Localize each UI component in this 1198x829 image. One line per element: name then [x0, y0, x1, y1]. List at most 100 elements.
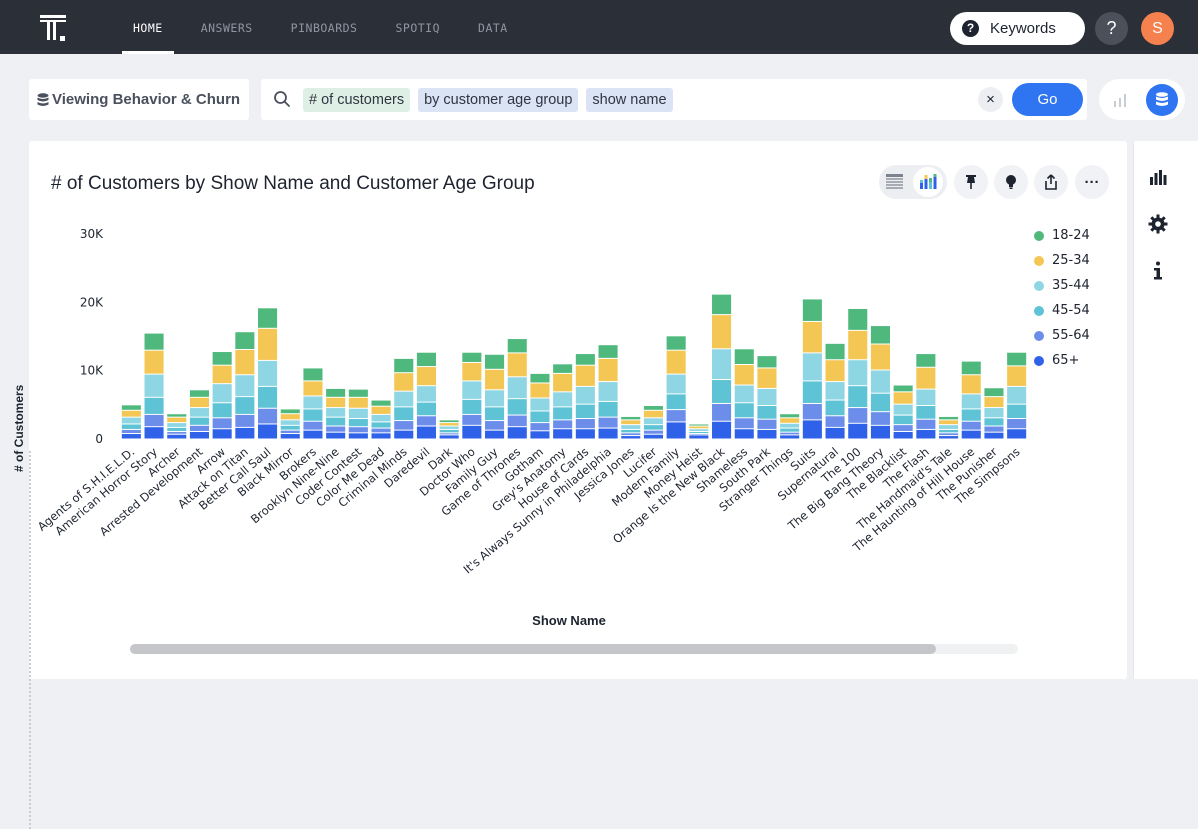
bar-segment[interactable]	[144, 333, 164, 350]
bar-segment[interactable]	[939, 436, 959, 439]
bar-segment[interactable]	[394, 391, 414, 407]
bar-segment[interactable]	[802, 299, 822, 321]
bar-segment[interactable]	[689, 435, 709, 439]
bar-segment[interactable]	[348, 408, 368, 418]
bar-segment[interactable]	[984, 388, 1004, 397]
bar-segment[interactable]	[280, 430, 300, 434]
user-avatar[interactable]: S	[1141, 12, 1174, 45]
bar-segment[interactable]	[734, 365, 754, 385]
bar-segment[interactable]	[189, 431, 209, 439]
bar-segment[interactable]	[235, 414, 255, 427]
bar-segment[interactable]	[348, 433, 368, 439]
bar-segment[interactable]	[757, 356, 777, 368]
bar-segment[interactable]	[848, 308, 868, 330]
bar-segment[interactable]	[1007, 386, 1027, 404]
bar-segment[interactable]	[394, 407, 414, 421]
bar-segment[interactable]	[348, 389, 368, 397]
bar-segment[interactable]	[1007, 366, 1027, 386]
chart-scrollbar-thumb[interactable]	[130, 644, 936, 654]
bar-segment[interactable]	[689, 426, 709, 429]
bar-segment[interactable]	[734, 349, 754, 365]
settings-button[interactable]	[1145, 211, 1171, 237]
bar-segment[interactable]	[462, 381, 482, 399]
bar-segment[interactable]	[485, 390, 505, 407]
search-token-show-name[interactable]: show name	[586, 88, 673, 112]
legend-item[interactable]: 25-34	[1034, 248, 1090, 273]
bar-segment[interactable]	[621, 433, 641, 436]
bar-segment[interactable]	[621, 416, 641, 420]
bar-segment[interactable]	[416, 352, 436, 367]
bar-segment[interactable]	[961, 430, 981, 439]
bar-segment[interactable]	[780, 414, 800, 418]
bar-segment[interactable]	[189, 417, 209, 425]
bar-segment[interactable]	[416, 416, 436, 426]
bar-segment[interactable]	[303, 430, 323, 439]
bar-segment[interactable]	[961, 375, 981, 394]
bar-segment[interactable]	[507, 415, 527, 427]
bar-segment[interactable]	[643, 434, 663, 439]
bar-segment[interactable]	[121, 434, 141, 439]
bar-segment[interactable]	[757, 368, 777, 388]
bar-segment[interactable]	[121, 405, 141, 410]
bar-segment[interactable]	[530, 411, 550, 423]
bar-segment[interactable]	[802, 381, 822, 403]
bar-segment[interactable]	[485, 369, 505, 390]
bar-segment[interactable]	[643, 418, 663, 425]
bar-segment[interactable]	[575, 365, 595, 386]
bar-segment[interactable]	[553, 420, 573, 429]
bar-segment[interactable]	[712, 315, 732, 349]
bar-segment[interactable]	[1007, 429, 1027, 439]
bar-chart-icon[interactable]	[1111, 91, 1129, 109]
bar-segment[interactable]	[121, 424, 141, 429]
bar-segment[interactable]	[734, 385, 754, 403]
bar-segment[interactable]	[961, 394, 981, 409]
bar-segment[interactable]	[439, 426, 459, 429]
search-token-measure[interactable]: # of customers	[303, 88, 411, 112]
data-source-selector[interactable]: Viewing Behavior & Churn	[29, 79, 249, 120]
bar-segment[interactable]	[439, 429, 459, 433]
legend-item[interactable]: 18-24	[1034, 223, 1090, 248]
bar-segment[interactable]	[780, 423, 800, 428]
bar-segment[interactable]	[507, 399, 527, 415]
bar-segment[interactable]	[893, 385, 913, 392]
bar-segment[interactable]	[984, 408, 1004, 418]
bar-segment[interactable]	[507, 377, 527, 399]
bar-segment[interactable]	[893, 425, 913, 431]
bar-segment[interactable]	[371, 428, 391, 433]
bar-segment[interactable]	[802, 403, 822, 420]
bar-segment[interactable]	[848, 386, 868, 408]
bar-segment[interactable]	[348, 427, 368, 433]
bar-segment[interactable]	[939, 433, 959, 436]
bar-segment[interactable]	[144, 414, 164, 427]
bar-segment[interactable]	[802, 321, 822, 353]
bar-segment[interactable]	[462, 352, 482, 362]
bar-segment[interactable]	[303, 421, 323, 430]
help-button[interactable]: ?	[1095, 12, 1128, 45]
bar-segment[interactable]	[303, 409, 323, 421]
bar-segment[interactable]	[961, 421, 981, 430]
bar-segment[interactable]	[280, 414, 300, 420]
bar-segment[interactable]	[666, 422, 686, 439]
nav-spotiq[interactable]: SPOTIQ	[376, 0, 459, 54]
bar-segment[interactable]	[462, 414, 482, 425]
bar-segment[interactable]	[258, 408, 278, 424]
bar-segment[interactable]	[326, 408, 346, 417]
bar-segment[interactable]	[326, 397, 346, 408]
bar-segment[interactable]	[212, 365, 232, 384]
bar-segment[interactable]	[870, 370, 890, 393]
bar-segment[interactable]	[939, 420, 959, 425]
bar-segment[interactable]	[348, 397, 368, 408]
bar-segment[interactable]	[280, 420, 300, 425]
bar-segment[interactable]	[280, 434, 300, 439]
bar-segment[interactable]	[575, 404, 595, 418]
bar-segment[interactable]	[984, 432, 1004, 439]
bar-segment[interactable]	[371, 414, 391, 422]
bar-segment[interactable]	[598, 358, 618, 382]
bar-segment[interactable]	[666, 394, 686, 410]
bar-segment[interactable]	[598, 417, 618, 428]
bar-segment[interactable]	[303, 368, 323, 381]
search-bar[interactable]: # of customers by customer age group sho…	[261, 79, 1087, 120]
nav-home[interactable]: HOME	[114, 0, 182, 54]
bar-segment[interactable]	[371, 406, 391, 414]
bar-segment[interactable]	[485, 430, 505, 439]
